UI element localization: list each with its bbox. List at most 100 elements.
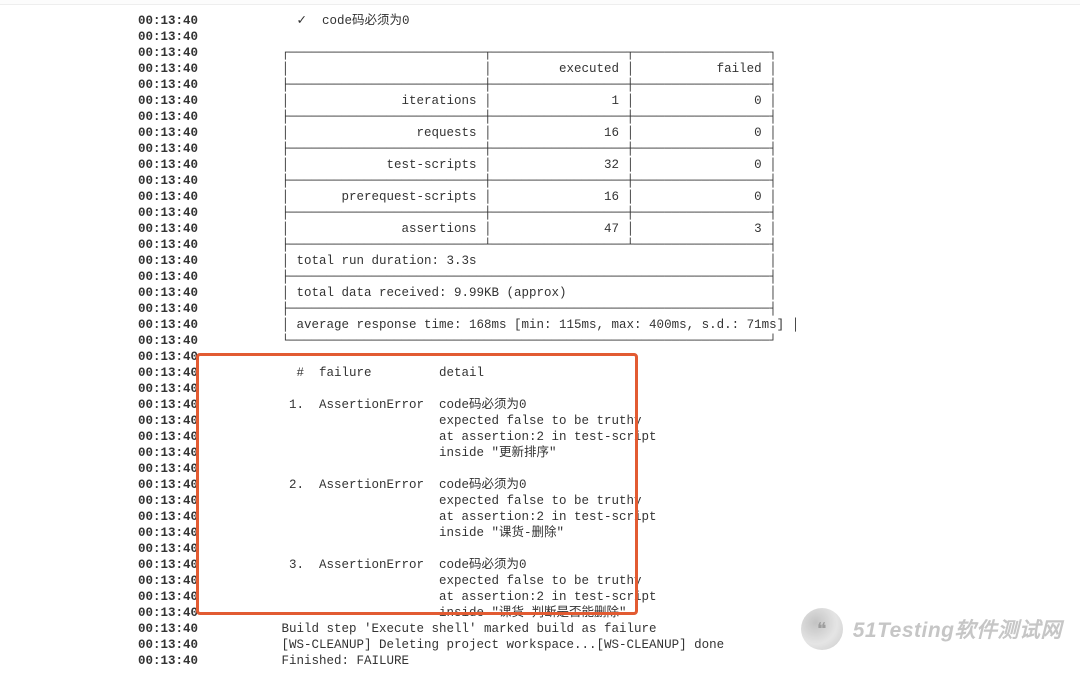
timestamp: 00:13:40 <box>0 365 274 381</box>
failure-item-detail: 00:13:40 expected false to be truthy <box>0 413 1080 429</box>
log-content: at assertion:2 in test-script <box>274 589 657 605</box>
log-content: ├──────────────────────────┴────────────… <box>274 237 777 253</box>
log-content: │ test-scripts │ 32 │ 0 │ <box>274 157 777 173</box>
log-content: at assertion:2 in test-script <box>274 509 657 525</box>
log-content: inside "更新排序" <box>274 445 557 461</box>
timestamp: 00:13:40 <box>0 253 274 269</box>
log-content: ┌──────────────────────────┬────────────… <box>274 45 777 61</box>
timestamp: 00:13:40 <box>0 93 274 109</box>
watermark: ❝ 51Testing软件测试网 <box>801 608 1062 650</box>
timestamp: 00:13:40 <box>0 109 274 125</box>
log-content: [WS-CLEANUP] Deleting project workspace.… <box>274 637 724 653</box>
timestamp: 00:13:40 <box>0 541 274 557</box>
table-summary: 00:13:40 │ total run duration: 3.3s │ <box>0 253 1080 269</box>
timestamp: 00:13:40 <box>0 285 274 301</box>
timestamp: 00:13:40 <box>0 525 274 541</box>
log-content: ├──────────────────────────┼────────────… <box>274 141 777 157</box>
log-content: inside "课货-判断是否能删除" <box>274 605 627 621</box>
log-content: ├───────────────────────────────────────… <box>274 301 777 317</box>
table-border: 00:13:40 ├──────────────────────────────… <box>0 269 1080 285</box>
timestamp: 00:13:40 <box>0 397 274 413</box>
timestamp: 00:13:40 <box>0 589 274 605</box>
log-content <box>274 381 282 397</box>
table-border: 00:13:40 └──────────────────────────────… <box>0 333 1080 349</box>
log-content <box>274 29 282 45</box>
failure-item-detail: 00:13:40 inside "更新排序" <box>0 445 1080 461</box>
timestamp: 00:13:40 <box>0 205 274 221</box>
log-content: # failure detail <box>274 365 484 381</box>
log-content: at assertion:2 in test-script <box>274 429 657 445</box>
log-content: 3. AssertionError code码必须为0 <box>274 557 527 573</box>
timestamp: 00:13:40 <box>0 29 274 45</box>
timestamp: 00:13:40 <box>0 333 274 349</box>
timestamp: 00:13:40 <box>0 237 274 253</box>
build-status-line: 00:13:40 Finished: FAILURE <box>0 653 1080 669</box>
log-content: ├──────────────────────────┼────────────… <box>274 173 777 189</box>
timestamp: 00:13:40 <box>0 125 274 141</box>
log-blank: 00:13:40 <box>0 461 1080 477</box>
watermark-text: 51Testing软件测试网 <box>853 614 1062 644</box>
failure-item-detail: 00:13:40 expected false to be truthy <box>0 573 1080 589</box>
timestamp: 00:13:40 <box>0 605 274 621</box>
timestamp: 00:13:40 <box>0 301 274 317</box>
failure-item-detail: 00:13:40 at assertion:2 in test-script <box>0 509 1080 525</box>
timestamp: 00:13:40 <box>0 573 274 589</box>
table-border: 00:13:40 ├──────────────────────────┼───… <box>0 173 1080 189</box>
console-log: 00:13:40 ✓ code码必须为000:13:40 00:13:40 ┌─… <box>0 5 1080 689</box>
log-content: │ average response time: 168ms [min: 115… <box>274 317 799 333</box>
timestamp: 00:13:40 <box>0 349 274 365</box>
log-content: │ iterations │ 1 │ 0 │ <box>274 93 777 109</box>
log-content: └───────────────────────────────────────… <box>274 333 777 349</box>
log-blank: 00:13:40 <box>0 541 1080 557</box>
log-content: inside "课货-删除" <box>274 525 564 541</box>
log-content: Build step 'Execute shell' marked build … <box>274 621 657 637</box>
failure-item-head: 00:13:40 3. AssertionError code码必须为0 <box>0 557 1080 573</box>
log-blank: 00:13:40 <box>0 29 1080 45</box>
table-border: 00:13:40 ┌──────────────────────────┬───… <box>0 45 1080 61</box>
log-content: │ prerequest-scripts │ 16 │ 0 │ <box>274 189 777 205</box>
failure-item-detail: 00:13:40 inside "课货-删除" <box>0 525 1080 541</box>
timestamp: 00:13:40 <box>0 637 274 653</box>
log-content: │ │ executed │ failed │ <box>274 61 777 77</box>
timestamp: 00:13:40 <box>0 477 274 493</box>
timestamp: 00:13:40 <box>0 381 274 397</box>
log-content: ✓ code码必须为0 <box>274 13 410 29</box>
log-content: │ total run duration: 3.3s │ <box>274 253 777 269</box>
timestamp: 00:13:40 <box>0 61 274 77</box>
timestamp: 00:13:40 <box>0 221 274 237</box>
table-row: 00:13:40 │ assertions │ 47 │ 3 │ <box>0 221 1080 237</box>
timestamp: 00:13:40 <box>0 189 274 205</box>
failure-item-detail: 00:13:40 at assertion:2 in test-script <box>0 589 1080 605</box>
table-border: 00:13:40 ├──────────────────────────┼───… <box>0 77 1080 93</box>
assertion-pass-line: 00:13:40 ✓ code码必须为0 <box>0 13 1080 29</box>
timestamp: 00:13:40 <box>0 557 274 573</box>
timestamp: 00:13:40 <box>0 157 274 173</box>
failure-item-detail: 00:13:40 at assertion:2 in test-script <box>0 429 1080 445</box>
timestamp: 00:13:40 <box>0 509 274 525</box>
log-content: │ total data received: 9.99KB (approx) │ <box>274 285 777 301</box>
log-content: ├──────────────────────────┼────────────… <box>274 205 777 221</box>
timestamp: 00:13:40 <box>0 317 274 333</box>
table-row: 00:13:40 │ prerequest-scripts │ 16 │ 0 │ <box>0 189 1080 205</box>
timestamp: 00:13:40 <box>0 13 274 29</box>
table-summary: 00:13:40 │ total data received: 9.99KB (… <box>0 285 1080 301</box>
timestamp: 00:13:40 <box>0 461 274 477</box>
log-blank: 00:13:40 <box>0 381 1080 397</box>
timestamp: 00:13:40 <box>0 45 274 61</box>
table-border: 00:13:40 ├──────────────────────────┼───… <box>0 141 1080 157</box>
table-header: 00:13:40 │ │ executed │ failed │ <box>0 61 1080 77</box>
log-content: ├──────────────────────────┼────────────… <box>274 109 777 125</box>
log-content: │ assertions │ 47 │ 3 │ <box>274 221 777 237</box>
table-summary: 00:13:40 │ average response time: 168ms … <box>0 317 1080 333</box>
failure-item-head: 00:13:40 1. AssertionError code码必须为0 <box>0 397 1080 413</box>
timestamp: 00:13:40 <box>0 429 274 445</box>
table-border: 00:13:40 ├──────────────────────────┼───… <box>0 109 1080 125</box>
table-row: 00:13:40 │ requests │ 16 │ 0 │ <box>0 125 1080 141</box>
log-content: 1. AssertionError code码必须为0 <box>274 397 527 413</box>
log-content: │ requests │ 16 │ 0 │ <box>274 125 777 141</box>
timestamp: 00:13:40 <box>0 173 274 189</box>
log-content: ├──────────────────────────┼────────────… <box>274 77 777 93</box>
log-blank: 00:13:40 <box>0 349 1080 365</box>
table-row: 00:13:40 │ iterations │ 1 │ 0 │ <box>0 93 1080 109</box>
timestamp: 00:13:40 <box>0 77 274 93</box>
